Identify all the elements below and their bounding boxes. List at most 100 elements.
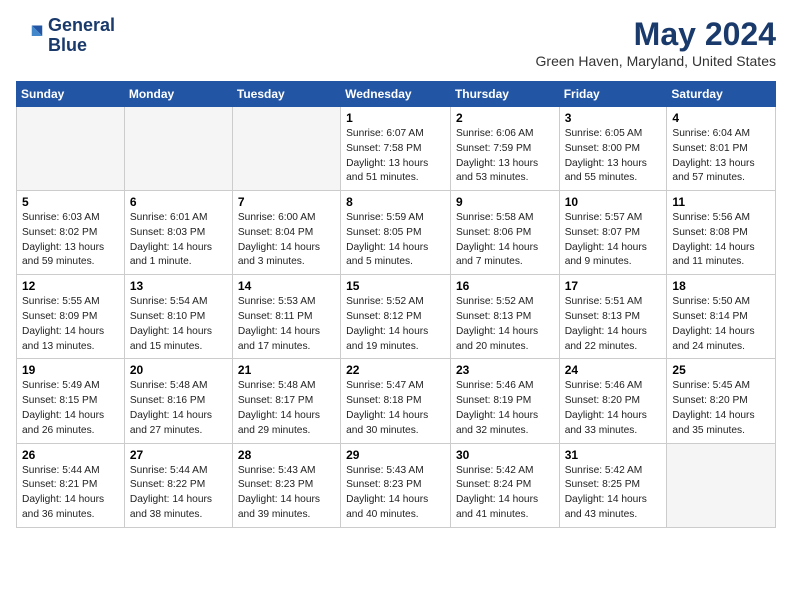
day-number: 1 <box>346 111 445 125</box>
day-info: Sunrise: 5:52 AM Sunset: 8:12 PM Dayligh… <box>346 295 445 354</box>
location: Green Haven, Maryland, United States <box>536 53 776 69</box>
day-info: Sunrise: 6:06 AM Sunset: 7:59 PM Dayligh… <box>456 127 554 186</box>
day-info: Sunrise: 5:45 AM Sunset: 8:20 PM Dayligh… <box>672 379 770 438</box>
calendar-cell: 7Sunrise: 6:00 AM Sunset: 8:04 PM Daylig… <box>232 191 340 275</box>
calendar-cell: 29 Sunrise: 5:43 AM Sunset: 8:23 PM Dayli… <box>341 443 451 527</box>
day-number: 5 <box>22 195 119 209</box>
weekday-header-sunday: Sunday <box>17 82 125 107</box>
day-number: 25 <box>672 363 770 377</box>
weekday-header-wednesday: Wednesday <box>341 82 451 107</box>
day-info: Sunrise: 5:44 AM Sunset: 8:22 PM Dayligh… <box>130 464 227 523</box>
day-number: 28 <box>238 448 335 462</box>
day-number: 9 <box>456 195 554 209</box>
calendar-cell: 23 Sunrise: 5:46 AM Sunset: 8:19 PM Dayli… <box>450 359 559 443</box>
day-number: 24 <box>565 363 662 377</box>
calendar-cell: 12Sunrise: 5:55 AM Sunset: 8:09 PM Dayli… <box>17 275 125 359</box>
calendar-week-5: 26Sunrise: 5:44 AM Sunset: 8:21 PM Dayli… <box>17 443 776 527</box>
calendar-cell: 9Sunrise: 5:58 AM Sunset: 8:06 PM Daylig… <box>450 191 559 275</box>
day-info: Sunrise: 5:48 AM Sunset: 8:17 PM Dayligh… <box>238 379 335 438</box>
calendar-cell: 10Sunrise: 5:57 AM Sunset: 8:07 PM Dayli… <box>559 191 667 275</box>
calendar-cell <box>232 107 340 191</box>
calendar-week-2: 5 Sunrise: 6:03 AM Sunset: 8:02 PM Daylig… <box>17 191 776 275</box>
day-info: Sunrise: 5:48 AM Sunset: 8:16 PM Dayligh… <box>130 379 227 438</box>
weekday-header-tuesday: Tuesday <box>232 82 340 107</box>
calendar-cell: 20Sunrise: 5:48 AM Sunset: 8:16 PM Dayli… <box>124 359 232 443</box>
day-info: Sunrise: 5:49 AM Sunset: 8:15 PM Dayligh… <box>22 379 119 438</box>
day-info: Sunrise: 5:50 AM Sunset: 8:14 PM Dayligh… <box>672 295 770 354</box>
day-number: 4 <box>672 111 770 125</box>
day-info: Sunrise: 5:52 AM Sunset: 8:13 PM Dayligh… <box>456 295 554 354</box>
day-number: 8 <box>346 195 445 209</box>
calendar-week-4: 19Sunrise: 5:49 AM Sunset: 8:15 PM Dayli… <box>17 359 776 443</box>
weekday-header-thursday: Thursday <box>450 82 559 107</box>
weekday-header-monday: Monday <box>124 82 232 107</box>
calendar-cell: 24 Sunrise: 5:46 AM Sunset: 8:20 PM Dayli… <box>559 359 667 443</box>
day-number: 21 <box>238 363 335 377</box>
calendar-cell: 1 Sunrise: 6:07 AM Sunset: 7:58 PM Daylig… <box>341 107 451 191</box>
day-number: 13 <box>130 279 227 293</box>
day-info: Sunrise: 5:47 AM Sunset: 8:18 PM Dayligh… <box>346 379 445 438</box>
calendar-cell <box>667 443 776 527</box>
day-info: Sunrise: 5:55 AM Sunset: 8:09 PM Dayligh… <box>22 295 119 354</box>
calendar-cell: 31 Sunrise: 5:42 AM Sunset: 8:25 PM Dayli… <box>559 443 667 527</box>
calendar-cell: 27 Sunrise: 5:44 AM Sunset: 8:22 PM Dayli… <box>124 443 232 527</box>
day-info: Sunrise: 6:07 AM Sunset: 7:58 PM Dayligh… <box>346 127 445 186</box>
day-info: Sunrise: 5:46 AM Sunset: 8:19 PM Dayligh… <box>456 379 554 438</box>
day-number: 29 <box>346 448 445 462</box>
day-number: 15 <box>346 279 445 293</box>
day-info: Sunrise: 5:43 AM Sunset: 8:23 PM Dayligh… <box>346 464 445 523</box>
day-number: 18 <box>672 279 770 293</box>
calendar-cell: 8 Sunrise: 5:59 AM Sunset: 8:05 PM Daylig… <box>341 191 451 275</box>
calendar-cell: 4 Sunrise: 6:04 AM Sunset: 8:01 PM Daylig… <box>667 107 776 191</box>
day-number: 27 <box>130 448 227 462</box>
calendar-cell: 11 Sunrise: 5:56 AM Sunset: 8:08 PM Dayli… <box>667 191 776 275</box>
day-number: 2 <box>456 111 554 125</box>
day-number: 17 <box>565 279 662 293</box>
weekday-header-saturday: Saturday <box>667 82 776 107</box>
day-info: Sunrise: 5:42 AM Sunset: 8:24 PM Dayligh… <box>456 464 554 523</box>
day-number: 11 <box>672 195 770 209</box>
logo: General Blue <box>16 16 115 56</box>
day-info: Sunrise: 5:43 AM Sunset: 8:23 PM Dayligh… <box>238 464 335 523</box>
day-number: 30 <box>456 448 554 462</box>
calendar-cell: 14Sunrise: 5:53 AM Sunset: 8:11 PM Dayli… <box>232 275 340 359</box>
day-number: 31 <box>565 448 662 462</box>
calendar-table: SundayMondayTuesdayWednesdayThursdayFrid… <box>16 81 776 528</box>
day-info: Sunrise: 6:04 AM Sunset: 8:01 PM Dayligh… <box>672 127 770 186</box>
calendar-cell <box>124 107 232 191</box>
day-info: Sunrise: 6:00 AM Sunset: 8:04 PM Dayligh… <box>238 211 335 270</box>
day-info: Sunrise: 5:56 AM Sunset: 8:08 PM Dayligh… <box>672 211 770 270</box>
logo-line2: Blue <box>48 35 87 55</box>
calendar-cell: 28 Sunrise: 5:43 AM Sunset: 8:23 PM Dayli… <box>232 443 340 527</box>
day-number: 22 <box>346 363 445 377</box>
day-number: 16 <box>456 279 554 293</box>
calendar-cell: 2 Sunrise: 6:06 AM Sunset: 7:59 PM Daylig… <box>450 107 559 191</box>
day-number: 23 <box>456 363 554 377</box>
calendar-week-3: 12Sunrise: 5:55 AM Sunset: 8:09 PM Dayli… <box>17 275 776 359</box>
calendar-cell: 13 Sunrise: 5:54 AM Sunset: 8:10 PM Dayli… <box>124 275 232 359</box>
calendar-cell: 21 Sunrise: 5:48 AM Sunset: 8:17 PM Dayli… <box>232 359 340 443</box>
calendar-week-1: 1 Sunrise: 6:07 AM Sunset: 7:58 PM Daylig… <box>17 107 776 191</box>
day-info: Sunrise: 5:51 AM Sunset: 8:13 PM Dayligh… <box>565 295 662 354</box>
calendar-cell: 3Sunrise: 6:05 AM Sunset: 8:00 PM Daylig… <box>559 107 667 191</box>
calendar-cell: 16 Sunrise: 5:52 AM Sunset: 8:13 PM Dayli… <box>450 275 559 359</box>
calendar-cell: 6Sunrise: 6:01 AM Sunset: 8:03 PM Daylig… <box>124 191 232 275</box>
day-info: Sunrise: 6:01 AM Sunset: 8:03 PM Dayligh… <box>130 211 227 270</box>
calendar-cell: 15 Sunrise: 5:52 AM Sunset: 8:12 PM Dayli… <box>341 275 451 359</box>
day-info: Sunrise: 5:46 AM Sunset: 8:20 PM Dayligh… <box>565 379 662 438</box>
day-info: Sunrise: 5:42 AM Sunset: 8:25 PM Dayligh… <box>565 464 662 523</box>
day-number: 26 <box>22 448 119 462</box>
weekday-header-row: SundayMondayTuesdayWednesdayThursdayFrid… <box>17 82 776 107</box>
day-info: Sunrise: 5:54 AM Sunset: 8:10 PM Dayligh… <box>130 295 227 354</box>
day-number: 14 <box>238 279 335 293</box>
month-title: May 2024 <box>536 16 776 53</box>
calendar-cell: 17 Sunrise: 5:51 AM Sunset: 8:13 PM Dayli… <box>559 275 667 359</box>
day-info: Sunrise: 6:03 AM Sunset: 8:02 PM Dayligh… <box>22 211 119 270</box>
calendar-cell <box>17 107 125 191</box>
logo-line1: General <box>48 15 115 35</box>
day-info: Sunrise: 5:59 AM Sunset: 8:05 PM Dayligh… <box>346 211 445 270</box>
calendar-cell: 19Sunrise: 5:49 AM Sunset: 8:15 PM Dayli… <box>17 359 125 443</box>
calendar-cell: 18 Sunrise: 5:50 AM Sunset: 8:14 PM Dayli… <box>667 275 776 359</box>
page-header: General Blue May 2024 Green Haven, Maryl… <box>16 16 776 69</box>
day-number: 10 <box>565 195 662 209</box>
